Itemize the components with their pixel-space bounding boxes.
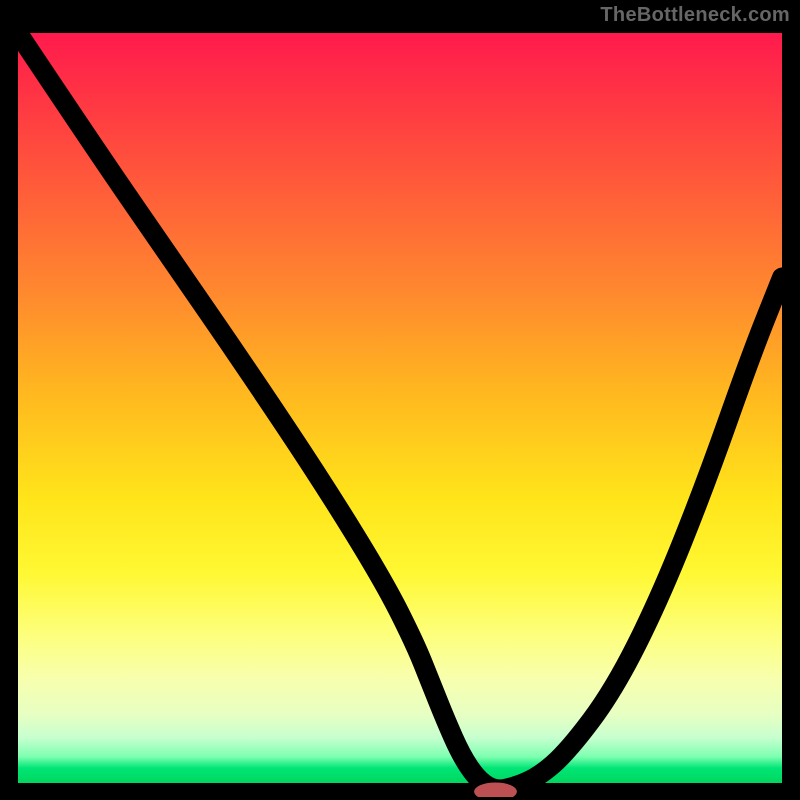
plot-area bbox=[18, 33, 782, 783]
bottleneck-curve bbox=[18, 33, 782, 789]
chart-container: TheBottleneck.com bbox=[0, 0, 800, 800]
curve-svg bbox=[18, 33, 782, 797]
attribution-label: TheBottleneck.com bbox=[600, 4, 790, 27]
